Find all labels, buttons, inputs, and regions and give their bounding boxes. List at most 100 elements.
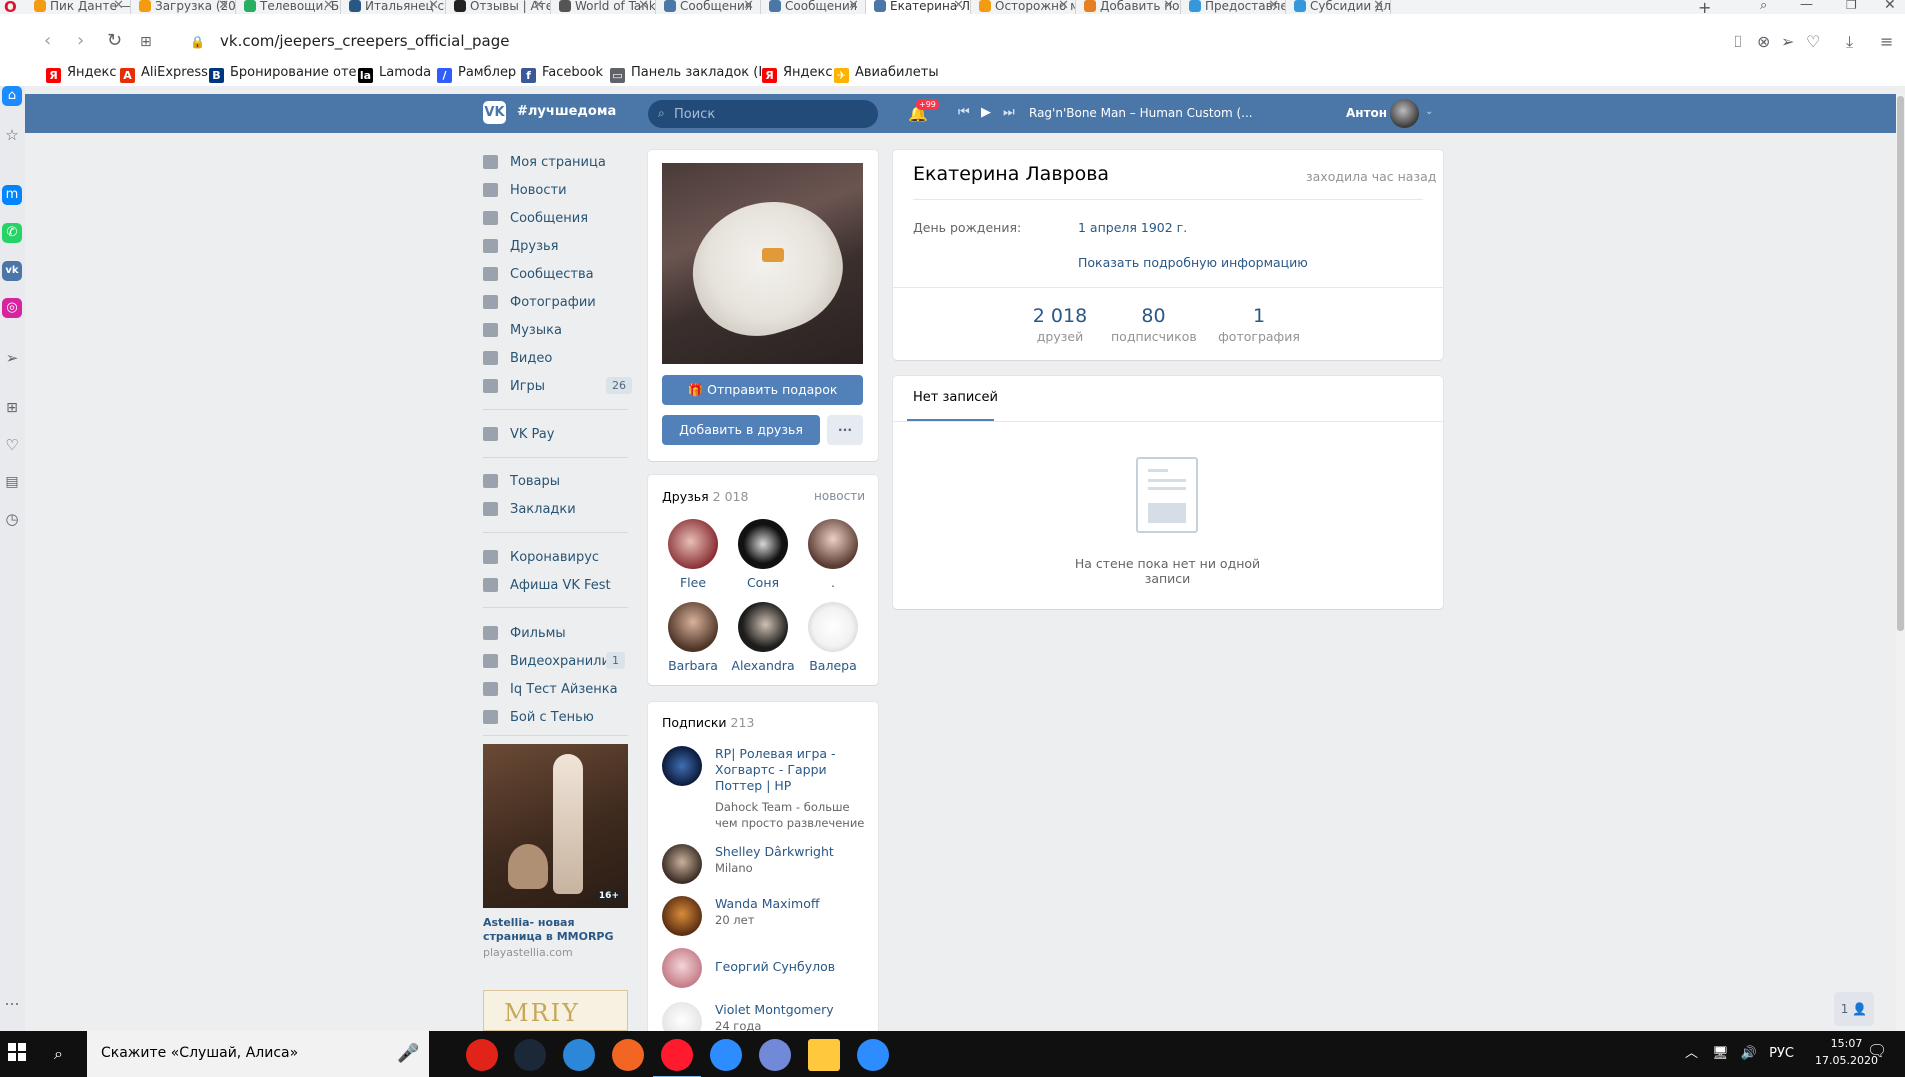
taskbar-search-box[interactable]: Скажите «Слушай, Алиса» 🎤 xyxy=(87,1031,429,1077)
search-input[interactable] xyxy=(674,105,864,123)
browser-tab[interactable]: Итальянец са ✕ xyxy=(341,0,446,14)
taskbar-steam-icon[interactable] xyxy=(514,1039,546,1071)
tab-close-icon[interactable]: ✕ xyxy=(953,0,964,12)
ad-image[interactable]: 16+ xyxy=(483,744,628,908)
subscription-item[interactable]: RP| Ролевая игра - Хогвартс - Гарри Потт… xyxy=(662,746,872,836)
friend-item[interactable]: . xyxy=(798,519,868,590)
sidebar-item[interactable]: Новости xyxy=(483,180,633,202)
snapshot-icon[interactable]: ⌷ xyxy=(1733,32,1743,52)
action-center-icon[interactable]: 🗨 xyxy=(1867,1041,1887,1060)
bookmark-item[interactable]: B Бронирование оте... xyxy=(209,65,369,83)
tab-close-icon[interactable]: ✕ xyxy=(848,0,859,12)
browser-tab[interactable]: Предоставле ✕ xyxy=(1181,0,1286,14)
sidebar-item[interactable]: Друзья xyxy=(483,236,633,258)
browser-tab[interactable]: Загрузка (202 ✕ xyxy=(131,0,236,14)
add-friend-button[interactable]: Добавить в друзья xyxy=(662,415,820,445)
user-name[interactable]: Антон xyxy=(1346,106,1387,120)
tab-close-icon[interactable]: ✕ xyxy=(218,0,229,12)
sidebar-item[interactable]: VK Pay xyxy=(483,424,633,446)
profile-photo[interactable] xyxy=(662,163,863,364)
taskbar-app-icon[interactable] xyxy=(563,1039,595,1071)
tab-close-icon[interactable]: ✕ xyxy=(1268,0,1279,12)
friends-news-link[interactable]: новости xyxy=(814,489,865,503)
profile-counter[interactable]: 2 018 друзей xyxy=(1030,305,1090,344)
bookmark-item[interactable]: ▭ Панель закладок (I... xyxy=(610,65,775,83)
back-icon[interactable]: ‹ xyxy=(44,32,51,50)
browser-tab[interactable]: Сообщения ✕ xyxy=(656,0,761,14)
heart-sidebar-icon[interactable]: ♡ xyxy=(2,435,22,455)
vk-icon[interactable]: vk xyxy=(2,261,22,281)
sidebar-item[interactable]: Видеохранили... 1 xyxy=(483,651,633,673)
bookmark-item[interactable]: la Lamoda xyxy=(358,65,431,83)
download-icon[interactable]: ⤓ xyxy=(1846,32,1853,52)
page-scrollbar-thumb[interactable] xyxy=(1897,96,1904,631)
sidebar-item[interactable]: Фотографии xyxy=(483,292,633,314)
now-playing-track[interactable]: Rag'n'Bone Man – Human Custom (... xyxy=(1029,106,1253,120)
windows-start-icon[interactable] xyxy=(8,1043,26,1061)
apps-icon[interactable]: ⊞ xyxy=(2,398,22,418)
taskbar-search-icon[interactable]: ⌕ xyxy=(54,1044,63,1064)
instagram-icon[interactable]: ◎ xyxy=(2,298,22,318)
browser-tab[interactable]: World of Tank ✕ xyxy=(551,0,656,14)
url-field[interactable]: vk.com/jeepers_creepers_official_page xyxy=(220,32,509,50)
ad-source[interactable]: playastellia.com xyxy=(483,946,573,959)
bookmark-item[interactable]: / Рамблер xyxy=(437,65,516,83)
send-sidebar-icon[interactable]: ➢ xyxy=(2,348,22,368)
sidebar-item[interactable]: Афиша VK Fest xyxy=(483,575,633,597)
browser-tab[interactable]: Отзывы | Ате ✕ xyxy=(446,0,551,14)
tab-close-icon[interactable]: ✕ xyxy=(1058,0,1069,12)
tab-no-posts[interactable]: Нет записей xyxy=(913,390,998,405)
browser-tab[interactable]: Осторожно м ✕ xyxy=(971,0,1076,14)
more-sidebar-icon[interactable]: … xyxy=(2,990,22,1010)
sidebar-item[interactable]: Бой с Тенью xyxy=(483,707,633,729)
subscriptions-header[interactable]: Подписки 213 xyxy=(662,715,754,730)
tab-close-icon[interactable]: ✕ xyxy=(428,0,439,12)
whatsapp-icon[interactable]: ✆ xyxy=(2,223,22,243)
taskbar-zoom2-icon[interactable] xyxy=(857,1039,889,1071)
sidebar-item[interactable]: Коронавирус xyxy=(483,547,633,569)
tab-close-icon[interactable]: ✕ xyxy=(113,0,124,12)
volume-icon[interactable]: 🔊 xyxy=(1741,1046,1757,1061)
send-gift-button[interactable]: 🎁 Отправить подарок xyxy=(662,375,863,405)
next-track-icon[interactable]: ⏭ xyxy=(1003,105,1015,120)
tray-chevron-icon[interactable]: ︿ xyxy=(1685,1046,1698,1061)
play-icon[interactable]: ▶ xyxy=(981,105,991,120)
taskbar-zoom-icon[interactable] xyxy=(710,1039,742,1071)
browser-tab[interactable]: Пик Данте — ✕ xyxy=(26,0,131,14)
bookmark-item[interactable]: f Facebook xyxy=(521,65,603,83)
network-icon[interactable]: 🖥 xyxy=(1712,1046,1729,1061)
heart-icon[interactable]: ♡ xyxy=(1806,32,1820,51)
browser-tab[interactable]: Телевощи. Б ✕ xyxy=(236,0,341,14)
tab-close-icon[interactable]: ✕ xyxy=(638,0,649,12)
vk-slogan[interactable]: #лучшедома xyxy=(517,104,616,119)
vk-search[interactable]: ⌕ xyxy=(648,100,878,128)
subscription-item[interactable]: Георгий Сунбулов xyxy=(662,948,872,988)
browser-tab[interactable]: Екатерина Ла ✕ xyxy=(866,0,971,14)
system-tray[interactable]: ︿ 🖥 🔊 РУС xyxy=(1685,1042,1794,1061)
friend-item[interactable]: Соня xyxy=(728,519,798,590)
second-ad-image[interactable]: MRIY xyxy=(483,990,628,1031)
star-icon[interactable]: ☆ xyxy=(2,125,22,145)
profile-counter[interactable]: 1 фотография xyxy=(1214,305,1304,344)
sidebar-item[interactable]: Моя страница xyxy=(483,152,633,174)
birthday-value[interactable]: 1 апреля 1902 г. xyxy=(1078,220,1187,235)
home-icon[interactable]: ⌂ xyxy=(2,86,22,106)
subscription-item[interactable]: Shelley Dârkwright Milano xyxy=(662,844,872,884)
taskbar-explorer-icon[interactable] xyxy=(808,1039,840,1071)
bookmark-item[interactable]: Я Яндекс xyxy=(762,65,833,83)
tab-search-icon[interactable]: ⌕ xyxy=(1760,0,1767,13)
ad-title[interactable]: Astellia- новая страница в MMORPG xyxy=(483,916,633,944)
friend-item[interactable]: Barbara xyxy=(658,602,728,673)
sidebar-item[interactable]: Сообщества xyxy=(483,264,633,286)
reload-icon[interactable]: ↻ xyxy=(107,32,122,50)
easy-setup-icon[interactable]: ≡ xyxy=(1880,32,1893,51)
sidebar-item[interactable]: Товары xyxy=(483,471,633,493)
tab-close-icon[interactable]: ✕ xyxy=(533,0,544,12)
friends-header[interactable]: Друзья 2 018 xyxy=(662,489,748,504)
sidebar-item[interactable]: Iq Тест Айзенка xyxy=(483,679,633,701)
taskbar-yandex-browser-icon[interactable] xyxy=(466,1039,498,1071)
restore-window-button[interactable]: ❐ xyxy=(1846,0,1857,12)
sidebar-item[interactable]: Игры 26 xyxy=(483,376,633,398)
messenger-icon[interactable]: m xyxy=(2,185,22,205)
sidebar-item[interactable]: Фильмы xyxy=(483,623,633,645)
